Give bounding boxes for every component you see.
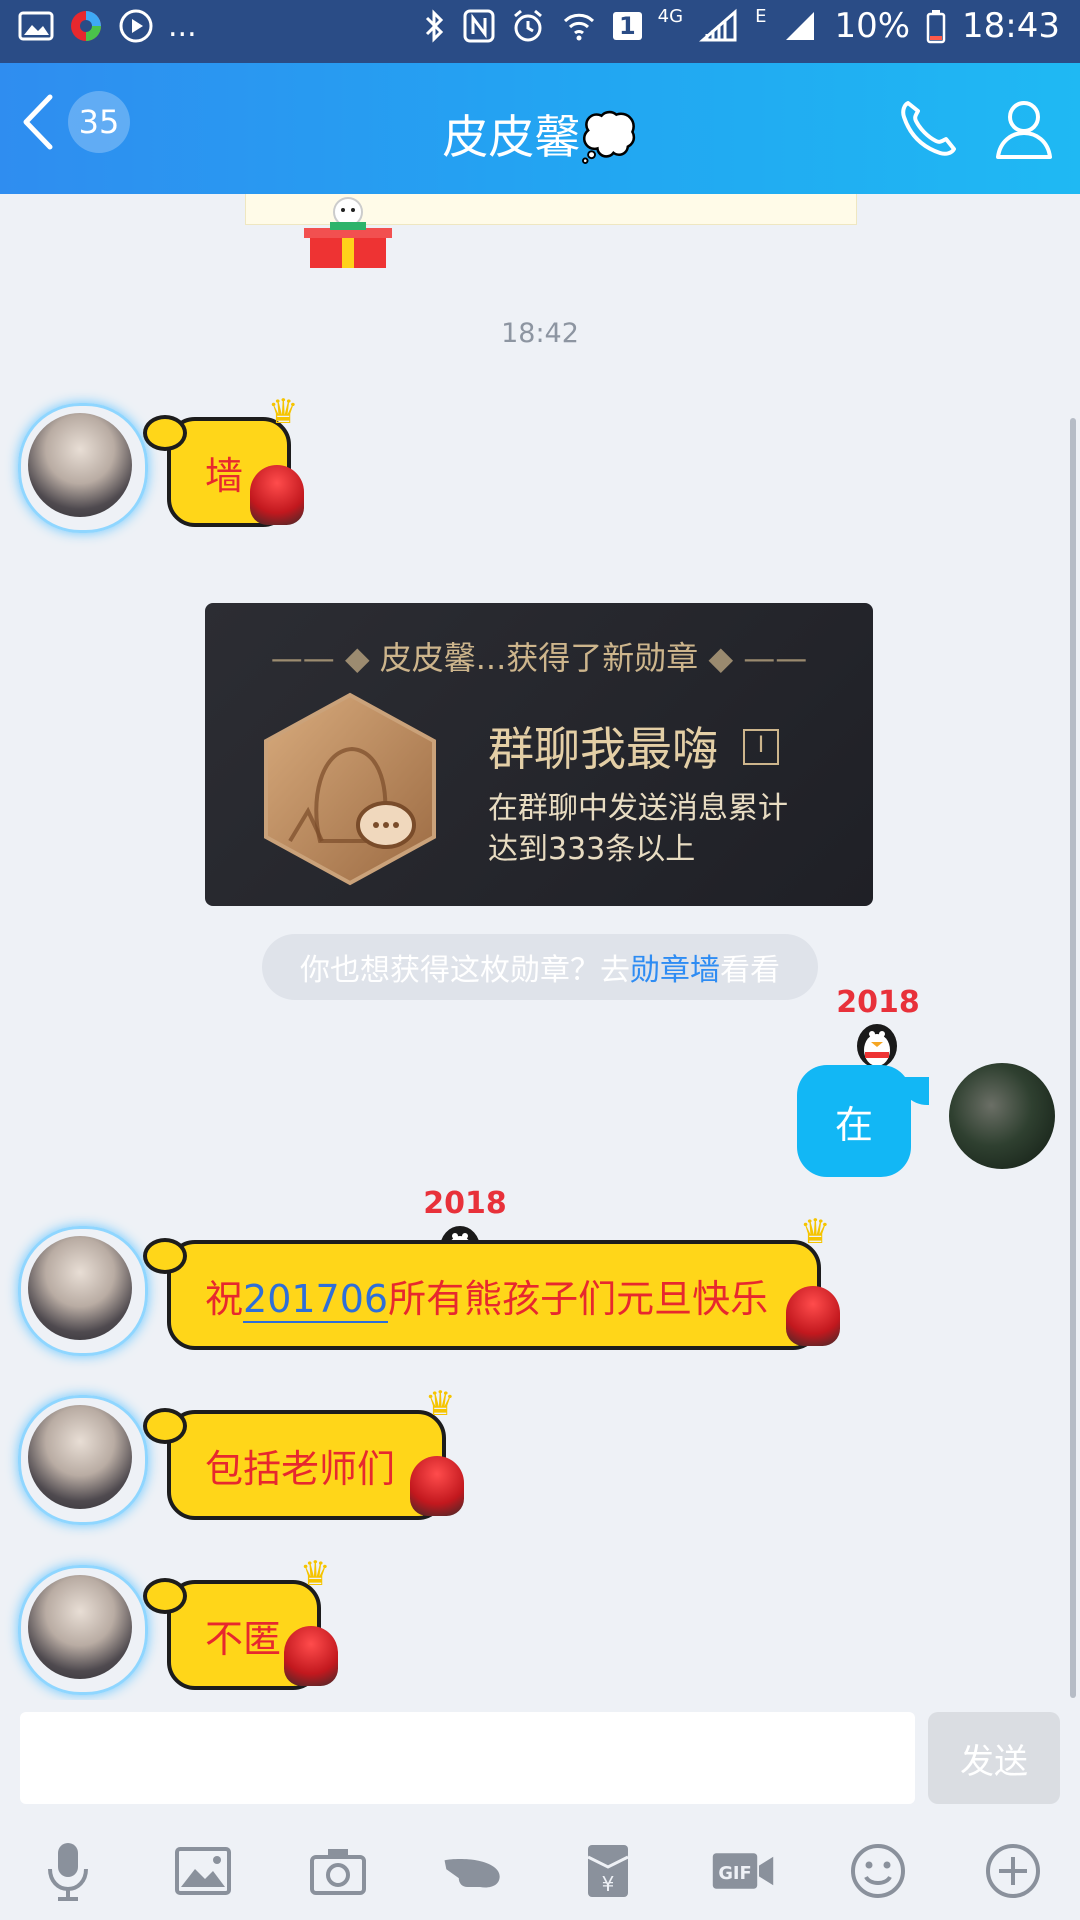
sim-badge: 1 — [612, 12, 642, 40]
bubble-sticker-face — [250, 465, 304, 525]
sender-avatar[interactable] — [28, 1575, 132, 1679]
more-button[interactable] — [981, 1839, 1045, 1903]
status-bar: ... 1 4G E 10% 18:43 — [0, 0, 1080, 63]
send-button[interactable]: 发送 — [928, 1712, 1060, 1804]
network-e-label: E — [755, 6, 767, 27]
bubble-sticker-face — [786, 1286, 840, 1346]
mic-icon — [47, 1843, 88, 1901]
message-bubble[interactable]: 包括老师们 — [143, 1408, 446, 1520]
emoji-icon — [850, 1844, 905, 1898]
photo-button[interactable] — [171, 1839, 235, 1903]
crown-icon: ♛ — [800, 1212, 831, 1252]
poke-icon — [444, 1859, 500, 1888]
input-toolbar: ¥ GIF — [0, 1822, 1080, 1920]
my-avatar[interactable] — [949, 1063, 1055, 1169]
message-text: 包括老师们 — [205, 1446, 396, 1491]
chat-scrollbar[interactable] — [1070, 418, 1076, 1698]
clock: 18:43 — [962, 6, 1060, 46]
signal-2-icon — [786, 12, 815, 40]
play-notification-icon — [119, 9, 153, 43]
message-input[interactable] — [20, 1712, 915, 1804]
badge-name: 群聊我最嗨 — [488, 722, 718, 776]
message-timestamp: 18:42 — [501, 318, 579, 349]
nfc-icon — [463, 9, 495, 43]
emoji-button[interactable] — [846, 1839, 910, 1903]
status-bar-left: ... — [18, 8, 197, 44]
header-divider-left: —— ◆ — [270, 639, 380, 677]
my-bubble-tail — [899, 1077, 929, 1105]
red-packet-icon: ¥ — [586, 1845, 629, 1897]
poke-button[interactable] — [441, 1839, 505, 1903]
red-packet-button[interactable]: ¥ — [576, 1839, 640, 1903]
message-number-link[interactable]: 201706 — [243, 1276, 389, 1323]
profile-icon[interactable] — [990, 95, 1058, 163]
badge-medal-icon — [264, 692, 436, 886]
hint-suffix: 看看 — [720, 953, 780, 988]
penguin-sticker — [857, 1024, 897, 1068]
badge-header-text: 皮皮馨...获得了新勋章 — [379, 639, 699, 677]
badge-desc-line2: 达到333条以上 — [488, 832, 696, 867]
crown-icon: ♛ — [300, 1554, 331, 1594]
gallery-notification-icon — [18, 11, 54, 41]
message-text: 祝201706所有熊孩子们元旦快乐 — [205, 1268, 768, 1323]
badge-hint: 你也想获得这枚勋章？去 勋章墙 看看 — [262, 934, 818, 1000]
phone-icon[interactable] — [894, 95, 962, 163]
color-app-notification-icon — [71, 11, 101, 41]
hint-prefix: 你也想获得这枚勋章？去 — [300, 953, 630, 988]
voice-button[interactable] — [36, 1839, 100, 1903]
network-4g-label: 4G — [657, 6, 684, 27]
crown-icon: ♛ — [425, 1384, 456, 1424]
bubble-tail — [143, 1238, 187, 1274]
gif-icon: GIF — [712, 1853, 773, 1889]
gift-bear-sticker — [304, 197, 392, 268]
svg-text:¥: ¥ — [601, 1872, 614, 1896]
sender-avatar[interactable] — [28, 1236, 132, 1340]
header-divider-right: ◆ —— — [698, 639, 808, 677]
more-notifications-text: ... — [168, 8, 197, 44]
sender-avatar[interactable] — [28, 413, 132, 517]
my-message-bubble[interactable]: 在 — [797, 1065, 929, 1177]
bubble-sticker-face — [410, 1456, 464, 1516]
alarm-icon — [513, 9, 542, 42]
bluetooth-icon — [425, 9, 444, 43]
message-text-suffix: 所有熊孩子们元旦快乐 — [388, 1276, 769, 1321]
badge-award-card[interactable]: —— ◆ 皮皮馨...获得了新勋章 ◆ —— 群聊我最嗨 I 在群聊中发送消息累… — [205, 603, 873, 906]
bubble-tail — [143, 415, 187, 451]
plus-icon — [985, 1844, 1040, 1898]
battery-percent: 10% — [834, 6, 911, 46]
signal-icon — [699, 8, 737, 42]
badge-wall-link[interactable]: 勋章墙 — [630, 945, 720, 989]
status-bar-right: 1 4G E 10% 18:43 — [423, 6, 1060, 46]
message-bubble[interactable]: 祝201706所有熊孩子们元旦快乐 — [143, 1238, 821, 1350]
bubble-sticker-face — [284, 1626, 338, 1686]
message-text: 不匿 — [205, 1616, 282, 1661]
camera-button[interactable] — [306, 1839, 370, 1903]
crown-icon: ♛ — [268, 392, 299, 432]
badge-level: I — [743, 729, 779, 765]
badge-description: 在群聊中发送消息累计 达到333条以上 — [488, 788, 848, 870]
image-icon — [174, 1847, 231, 1895]
battery-icon — [926, 10, 946, 44]
bubble-tail — [143, 1578, 187, 1614]
my-message-text: 在 — [834, 1102, 873, 1147]
svg-text:GIF: GIF — [718, 1864, 751, 1884]
gif-button[interactable]: GIF — [711, 1839, 775, 1903]
message-text: 墙 — [205, 453, 244, 498]
bubble-tail — [143, 1408, 187, 1444]
camera-icon — [309, 1849, 366, 1895]
sender-avatar[interactable] — [28, 1405, 132, 1509]
chat-header: 35 皮皮馨💭 — [0, 63, 1080, 194]
wifi-icon — [563, 13, 595, 41]
message-text-prefix: 祝 — [205, 1276, 244, 1321]
badge-card-header: —— ◆ 皮皮馨...获得了新勋章 ◆ —— — [205, 633, 873, 679]
badge-desc-line1: 在群聊中发送消息累计 — [488, 791, 788, 826]
